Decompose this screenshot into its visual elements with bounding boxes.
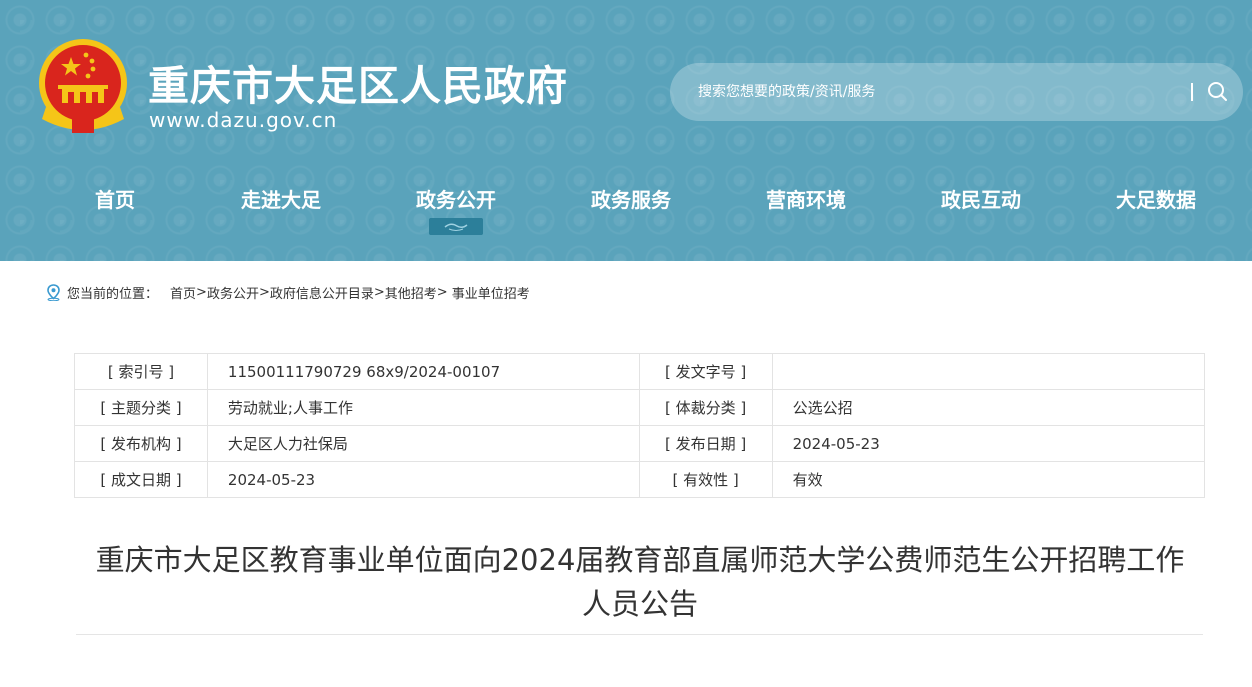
index-number-value: 11500111790729 68x9/2024-00107 xyxy=(206,353,640,390)
article-title: 重庆市大足区教育事业单位面向2024届教育部直属师范大学公费师范生公开招聘工作 … xyxy=(76,538,1204,626)
national-emblem-icon[interactable] xyxy=(36,37,130,135)
article-title-line-2: 人员公告 xyxy=(581,587,698,621)
breadcrumb-separator: > xyxy=(436,284,448,300)
site-header: 重庆市大足区人民政府 www.dazu.gov.cn 首页 走进大足 政务公开 … xyxy=(0,0,1252,261)
table-row: [ 成文日期 ] 2024-05-23 [ 有效性 ] 有效 xyxy=(74,461,1206,498)
article-title-line-1: 重庆市大足区教育事业单位面向2024届教育部直属师范大学公费师范生公开招聘工作 xyxy=(95,543,1185,577)
genre-category-label: [ 体裁分类 ] xyxy=(638,389,773,426)
topic-category-label: [ 主题分类 ] xyxy=(74,389,208,426)
breadcrumb-info-catalog[interactable]: 政府信息公开目录 xyxy=(270,283,374,302)
breadcrumb-home[interactable]: 首页 xyxy=(170,283,196,302)
breadcrumb-separator: > xyxy=(196,284,207,300)
table-row: [ 主题分类 ] 劳动就业;人事工作 [ 体裁分类 ] 公选公招 xyxy=(74,389,1206,426)
nav-item-about-dazu[interactable]: 走进大足 xyxy=(241,186,321,214)
nav-item-home[interactable]: 首页 xyxy=(95,186,135,214)
breadcrumb-separator: > xyxy=(258,284,270,300)
breadcrumb-gov-affairs-open[interactable]: 政务公开 xyxy=(207,283,259,302)
nav-item-public-interaction[interactable]: 政民互动 xyxy=(941,186,1021,214)
document-number-value xyxy=(771,353,1206,390)
written-date-value: 2024-05-23 xyxy=(206,461,640,498)
nav-item-business-environment[interactable]: 营商环境 xyxy=(766,186,846,214)
nav-item-dazu-data[interactable]: 大足数据 xyxy=(1116,186,1196,214)
topic-category-value: 劳动就业;人事工作 xyxy=(206,389,640,426)
written-date-label: [ 成文日期 ] xyxy=(74,461,208,498)
nav-active-indicator xyxy=(429,218,483,235)
nav-item-gov-affairs-open[interactable]: 政务公开 xyxy=(416,186,496,214)
title-divider xyxy=(76,634,1203,635)
validity-label: [ 有效性 ] xyxy=(638,461,773,498)
genre-category-value: 公选公招 xyxy=(771,389,1206,426)
search-divider xyxy=(1191,83,1193,101)
breadcrumb-separator: > xyxy=(373,284,385,300)
location-pin-icon xyxy=(47,283,60,301)
breadcrumb-institution-recruitment[interactable]: 事业单位招考 xyxy=(452,283,530,302)
publish-date-value: 2024-05-23 xyxy=(771,425,1206,462)
site-title[interactable]: 重庆市大足区人民政府 xyxy=(148,52,568,112)
breadcrumb-prefix: 您当前的位置： xyxy=(67,286,159,302)
table-row: [ 发布机构 ] 大足区人力社保局 [ 发布日期 ] 2024-05-23 xyxy=(74,425,1206,462)
validity-value: 有效 xyxy=(771,461,1206,498)
publishing-agency-label: [ 发布机构 ] xyxy=(74,425,208,462)
search-icon[interactable] xyxy=(1206,80,1228,102)
nav-item-gov-services[interactable]: 政务服务 xyxy=(591,186,671,214)
search-box xyxy=(670,63,1243,121)
publishing-agency-value: 大足区人力社保局 xyxy=(206,425,640,462)
breadcrumb: 您当前的位置： 首页 > 政务公开 > 政府信息公开目录 > 其他招考 > 事业… xyxy=(46,282,530,302)
breadcrumb-other-exams[interactable]: 其他招考 xyxy=(385,283,437,302)
site-url[interactable]: www.dazu.gov.cn xyxy=(149,108,337,132)
index-number-label: [ 索引号 ] xyxy=(74,353,208,390)
document-number-label: [ 发文字号 ] xyxy=(638,353,773,390)
table-row: [ 索引号 ] 11500111790729 68x9/2024-00107 [… xyxy=(74,353,1206,390)
document-metadata-table: [ 索引号 ] 11500111790729 68x9/2024-00107 [… xyxy=(74,353,1206,498)
search-input[interactable] xyxy=(698,63,1178,121)
publish-date-label: [ 发布日期 ] xyxy=(638,425,773,462)
